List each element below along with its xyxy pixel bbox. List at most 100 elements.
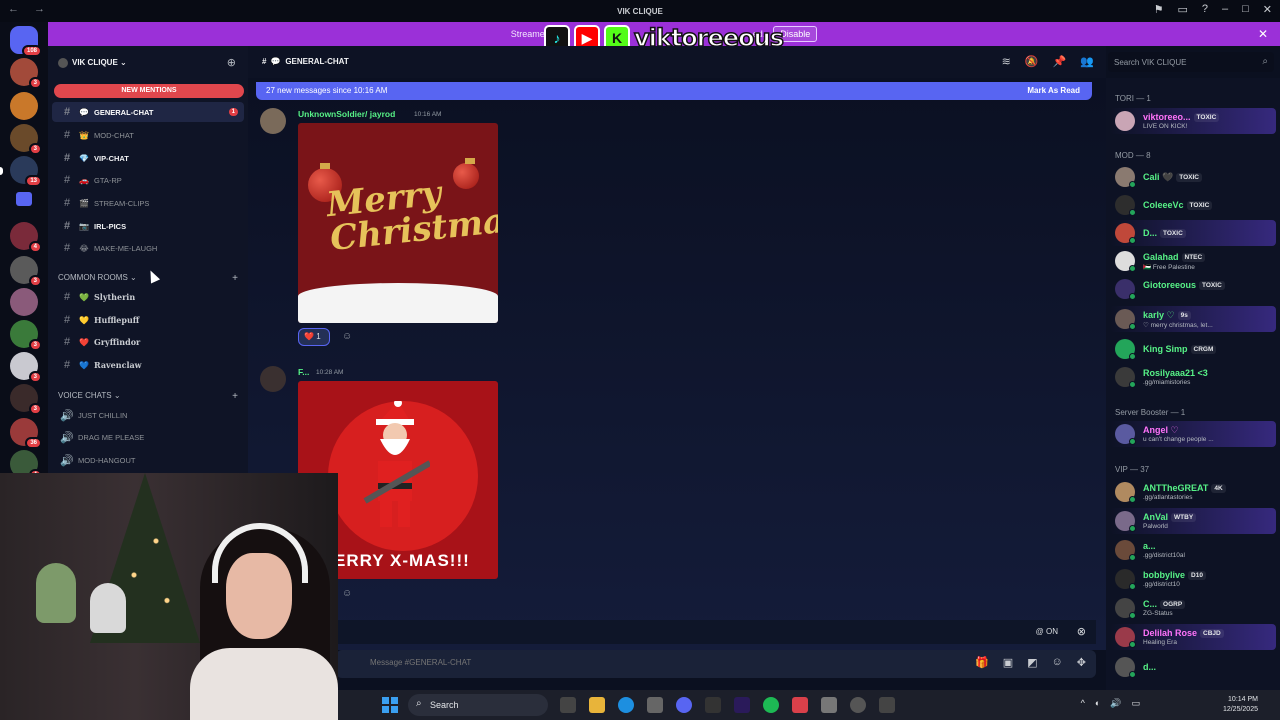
message-input[interactable] [370,658,870,667]
obs-icon[interactable] [850,697,866,713]
channel-vip-chat[interactable]: # 💎 VIP-CHAT [52,148,244,168]
minimize-icon[interactable]: – [1222,3,1228,16]
channel-label: Slytherin [94,292,136,302]
add-channel-icon[interactable]: + [232,273,238,284]
channel-mod-chat[interactable]: # 👑 MOD-CHAT [52,125,244,145]
xbox-icon[interactable] [705,697,721,713]
server-name-dropdown[interactable]: VIK CLIQUE ⌄ [58,58,127,68]
channel-slytherin[interactable]: # 💚 Slytherin [52,287,244,307]
discord-home-icon[interactable]: 108 [10,26,42,57]
new-mentions-pill[interactable]: NEW MENTIONS [54,84,244,98]
file-explorer-icon[interactable] [589,697,605,713]
member-item[interactable]: C... OGRP ZG-Status [1110,595,1276,621]
member-item[interactable]: viktoreeo... TOXIC LIVE ON KICK! [1110,108,1276,134]
message-author[interactable]: UnknownSoldier/ jayrod [298,109,395,119]
help-icon[interactable]: ? [1202,3,1208,16]
emoji-icon[interactable]: ☺ [1052,656,1063,669]
close-reply-icon[interactable]: ⊗ [1077,625,1086,638]
taskbar-clock[interactable]: 10:14 PM 12/25/2025 [1223,695,1258,715]
mention-toggle[interactable]: @ ON [1036,627,1058,636]
avatar[interactable] [260,366,286,392]
channel-ravenclaw[interactable]: # 💙 Ravenclaw [52,355,244,375]
store-icon[interactable] [647,697,663,713]
member-item[interactable]: Angel ♡ u can't change people ... [1110,421,1276,447]
discord-icon[interactable] [676,697,692,713]
app-icon[interactable] [879,697,895,713]
notification-bell-icon[interactable]: 🔕 [1025,55,1039,68]
add-channel-icon[interactable]: + [232,391,238,402]
threads-icon[interactable]: ≋ [1002,55,1011,68]
server-icon[interactable]: 4 [10,222,42,253]
member-item[interactable]: karly ♡ 9s ♡ merry christmas, let... [1110,306,1276,332]
apps-icon[interactable]: ✥ [1077,656,1086,669]
member-item[interactable]: Giotoreeous TOXIC [1110,276,1276,302]
maximize-icon[interactable]: □ [1242,3,1249,16]
merry-christmas-image[interactable]: Merry Christmas [298,123,498,323]
taskbar-search[interactable]: ⌕ Search [408,694,548,716]
network-icon[interactable]: ◐ [1095,698,1100,709]
server-icon[interactable]: 3 [10,256,42,287]
screen-icon[interactable]: ▭ [1177,3,1187,16]
member-item[interactable]: Rosilyaaa21 <3 .gg/miamistories [1110,364,1276,390]
chevron-up-icon[interactable]: ^ [1081,698,1085,709]
voice-channel-just-chillin[interactable]: 🔊 JUST CHILLIN [52,405,244,425]
close-window-icon[interactable]: ✕ [1263,3,1272,16]
server-icon[interactable]: 3 [10,124,42,155]
battery-icon[interactable]: ▭ [1131,698,1140,709]
server-icon[interactable] [10,288,38,316]
voice-channel-drag-me-please[interactable]: 🔊 DRAG ME PLEASE [52,427,244,447]
member-list-icon[interactable]: 👥 [1080,55,1094,68]
add-reaction-icon[interactable]: ☺ [342,588,352,599]
channel-make-me-laugh[interactable]: # 😂 MAKE-ME-LAUGH [52,238,244,258]
banner-close-icon[interactable]: ✕ [1258,27,1268,41]
spotify-icon[interactable] [763,697,779,713]
mark-as-read-button[interactable]: Mark As Read [1027,86,1080,95]
member-item[interactable]: ColeeeVc TOXIC [1110,192,1276,218]
app-icon[interactable] [792,697,808,713]
new-messages-bar[interactable]: 27 new messages since 10:16 AM Mark As R… [256,82,1092,100]
folder-icon[interactable] [16,192,32,206]
member-item[interactable]: Cali 🖤 TOXIC [1110,164,1276,190]
member-item[interactable]: D... TOXIC [1110,220,1276,246]
server-icon[interactable] [10,92,38,120]
settings-icon[interactable] [821,697,837,713]
server-icon[interactable]: 36 [10,418,42,449]
volume-icon[interactable]: 🔊 [1110,698,1121,709]
member-item[interactable]: bobbylive D10 .gg/district10 [1110,566,1276,592]
server-icon[interactable]: 3 [10,58,42,89]
avatar[interactable] [260,108,286,134]
gif-icon[interactable]: ▣ [1003,656,1013,669]
server-icon[interactable]: 13 [10,156,42,187]
member-item[interactable]: AnVal WTBY Palworld [1110,508,1276,534]
channel-irl-pics[interactable]: # 📷 IRL-PICS [52,216,244,236]
edge-icon[interactable] [618,697,634,713]
search-input[interactable]: Search VIK CLIQUE ⌕ [1108,52,1274,72]
channel-hufflepuff[interactable]: # 💛 Hufflepuff [52,310,244,330]
server-icon[interactable]: 3 [10,320,42,351]
inbox-icon[interactable]: ⚑ [1154,3,1164,16]
channel-gryffindor[interactable]: # ❤️ Gryffindor [52,332,244,352]
member-item[interactable]: d... [1110,654,1276,680]
category-voice-chats[interactable]: VOICE CHATS ⌄ + [58,391,238,402]
member-item[interactable]: Delilah Rose CBJD Healing Era [1110,624,1276,650]
task-view-icon[interactable] [560,697,576,713]
gift-icon[interactable]: 🎁 [975,656,989,669]
member-item[interactable]: King Simp CRGM [1110,336,1276,362]
add-reaction-icon[interactable]: ☺ [342,331,352,342]
server-icon[interactable]: 3 [10,352,42,383]
reaction-heart[interactable]: ❤️ 1 [298,328,330,346]
premiere-icon[interactable] [734,697,750,713]
channel-gta-rp[interactable]: # 🚗 GTA-RP [52,170,244,190]
pin-icon[interactable]: 📌 [1053,55,1067,68]
windows-start-icon[interactable] [382,697,398,713]
member-item[interactable]: ANTTheGREAT 4K .gg/atlantastories [1110,479,1276,505]
channel-general-chat[interactable]: # 💬 GENERAL-CHAT 1 [52,102,244,122]
channel-stream-clips[interactable]: # 🎬 STREAM-CLIPS [52,193,244,213]
member-item[interactable]: a... .gg/district10al [1110,537,1276,563]
voice-channel-mod-hangout[interactable]: 🔊 MOD-HANGOUT [52,450,244,470]
sticker-icon[interactable]: ◩ [1027,656,1037,669]
message-author[interactable]: F... [298,367,309,377]
server-icon[interactable]: 3 [10,384,42,415]
invite-people-icon[interactable]: ⊕ [227,56,236,69]
member-item[interactable]: Galahad NTEC 🇵🇸 Free Palestine [1110,248,1276,274]
